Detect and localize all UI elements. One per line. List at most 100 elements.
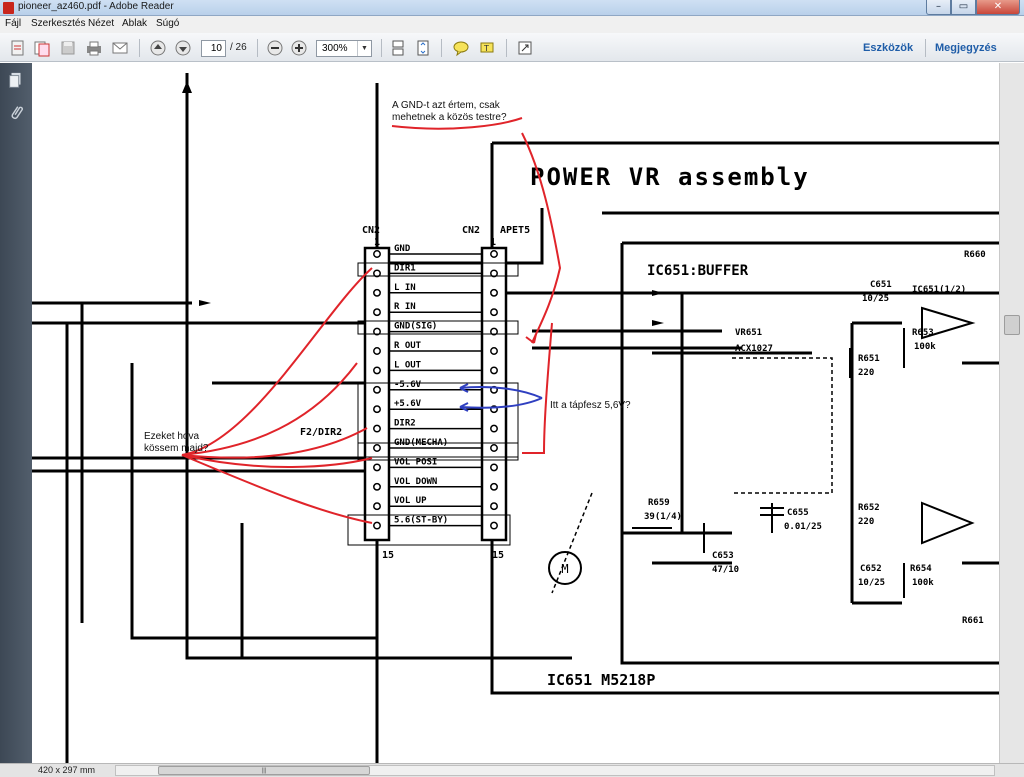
menu-help[interactable]: Súgó	[156, 18, 179, 29]
right-pin-terminal	[490, 444, 498, 452]
zoom-value: 300%	[322, 43, 348, 54]
fit-page-icon[interactable]	[413, 38, 433, 58]
pin-label: VOL DOWN	[394, 477, 437, 487]
c651-value: 10/25	[862, 294, 889, 304]
page-thumbnails-icon[interactable]	[6, 71, 26, 93]
adobe-reader-window: pioneer_az460.pdf - Adobe Reader – ▭ ✕ F…	[0, 0, 1024, 777]
right-pin-terminal	[490, 250, 498, 258]
r661-label: R661	[962, 616, 984, 626]
pin-label: L OUT	[394, 360, 422, 370]
pdf-app-icon	[3, 2, 14, 14]
left-pin-terminal	[373, 502, 381, 511]
left-pin-terminal	[373, 444, 381, 452]
menu-file[interactable]: Fájl	[5, 18, 21, 29]
menu-window[interactable]: Ablak	[122, 18, 147, 29]
tools-link[interactable]: Eszközök	[863, 42, 913, 54]
left-pin-terminal	[373, 385, 381, 394]
pin-label: R IN	[394, 302, 416, 312]
r652-label: R652	[858, 503, 880, 513]
page-size-label: 420 x 297 mm	[38, 765, 96, 775]
page-number-input[interactable]	[201, 40, 226, 57]
menu-view[interactable]: Nézet	[88, 18, 114, 29]
schematic-title: POWER VR assembly	[530, 163, 810, 191]
previous-page-icon[interactable]	[148, 38, 168, 58]
right-pin-terminal	[490, 366, 498, 375]
fullscreen-icon[interactable]	[515, 38, 535, 58]
menu-bar: Fájl Szerkesztés Nézet Ablak Súgó	[0, 16, 1024, 33]
zoom-in-icon[interactable]	[289, 38, 309, 58]
r654-label: R654	[910, 564, 932, 574]
svg-text:T: T	[483, 44, 489, 53]
schematic-page: GND DIR1 L IN R IN GND(SIG) R OUT L OUT -5.6V +5…	[32, 73, 999, 763]
status-bar: 420 x 297 mm |||	[0, 763, 1024, 777]
pin-label: -5.6V	[394, 380, 422, 390]
c653-label: C653	[712, 551, 734, 561]
left-pin-terminal	[373, 250, 381, 258]
attachments-icon[interactable]	[6, 103, 26, 125]
save-icon[interactable]	[58, 38, 78, 58]
r651-label: R651	[858, 354, 880, 364]
maximize-button[interactable]: ▭	[951, 0, 976, 15]
scrolling-mode-icon[interactable]	[388, 38, 408, 58]
motor-symbol: M	[561, 562, 568, 576]
left-pin-terminal	[373, 424, 381, 433]
left-pin-start: 1	[374, 237, 380, 248]
document-view[interactable]: GND DIR1 L IN R IN GND(SIG) R OUT L OUT -5.6V +5…	[32, 63, 999, 763]
zoom-select[interactable]: 300% ▼	[316, 40, 372, 57]
pin-label: 5.6(ST-BY)	[394, 516, 448, 526]
buffer-label: IC651:BUFFER	[647, 263, 749, 279]
minimize-button[interactable]: –	[926, 0, 951, 15]
chevron-down-icon[interactable]: ▼	[357, 41, 371, 56]
page-total: / 26	[230, 42, 247, 53]
horizontal-scroll-thumb[interactable]: |||	[158, 766, 370, 775]
r654-value: 100k	[912, 578, 934, 588]
pin-label: L IN	[394, 283, 416, 293]
r652-value: 220	[858, 517, 874, 527]
title-bar: pioneer_az460.pdf - Adobe Reader – ▭ ✕	[0, 0, 1024, 16]
r659-value: 39(1/4)	[644, 512, 682, 522]
vertical-scroll-thumb[interactable]	[1004, 315, 1020, 335]
right-connector-ref: APET5	[500, 225, 530, 236]
window-title: pioneer_az460.pdf - Adobe Reader	[18, 1, 174, 12]
close-button[interactable]: ✕	[976, 0, 1020, 15]
left-pin-terminal	[373, 288, 381, 297]
left-pin-end: 15	[382, 550, 394, 561]
right-connector-header: CN2	[462, 225, 480, 236]
pin-label: VOL UP	[394, 496, 427, 506]
left-pin-terminal	[373, 366, 381, 375]
create-pdf-icon[interactable]	[8, 38, 28, 58]
r653-label: R653	[912, 328, 934, 338]
next-page-icon[interactable]	[173, 38, 193, 58]
highlight-text-icon[interactable]: T	[477, 38, 497, 58]
comment-link[interactable]: Megjegyzés	[935, 42, 997, 54]
right-pin-terminal	[490, 308, 498, 317]
r659-label: R659	[648, 498, 670, 508]
c652-label: C652	[860, 564, 882, 574]
horizontal-scrollbar[interactable]: |||	[115, 765, 995, 776]
c651-label: C651	[870, 280, 892, 290]
vr651-value: ACX1027	[735, 344, 773, 354]
pin-label: VOL POSI	[394, 457, 437, 467]
email-icon[interactable]	[110, 38, 130, 58]
f2-dir2-label: F2/DIR2	[300, 427, 342, 438]
menu-edit[interactable]: Szerkesztés	[31, 18, 85, 29]
print-icon[interactable]	[84, 38, 104, 58]
left-pin-terminal	[373, 308, 381, 317]
vertical-scrollbar[interactable]	[999, 63, 1024, 763]
combine-files-icon[interactable]	[32, 38, 52, 58]
ic651-half-label: IC651(1/2)	[912, 285, 966, 295]
where-to-connect-note: Ezeket hova kössem majd?	[144, 431, 209, 454]
right-pin-terminal	[490, 463, 498, 472]
left-pin-terminal	[373, 405, 381, 414]
r660-label: R660	[964, 250, 986, 260]
pin-label: DIR1	[394, 263, 416, 273]
zoom-out-icon[interactable]	[265, 38, 285, 58]
sticky-note-icon[interactable]	[451, 38, 471, 58]
right-pin-terminal	[490, 521, 498, 530]
right-pin-terminal	[490, 424, 498, 433]
pin-label: GND	[394, 244, 411, 254]
toolbar: / 26 300% ▼ T Eszközök Megj	[0, 33, 1024, 62]
pin-label: DIR2	[394, 419, 416, 429]
pin-label: R OUT	[394, 341, 422, 351]
left-pin-terminal	[373, 521, 381, 530]
